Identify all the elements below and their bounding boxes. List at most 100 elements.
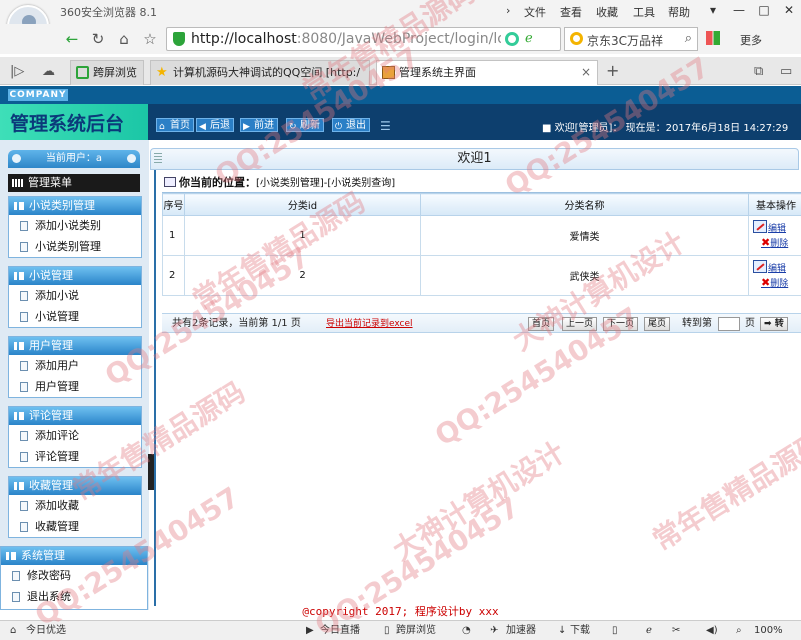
restore-tab-icon[interactable]: ⧉	[754, 64, 763, 79]
sidebar-item-manage-category[interactable]: 小说类别管理	[9, 236, 141, 257]
menu-view[interactable]: 查看	[560, 4, 582, 20]
toolbar-back-button[interactable]: ◀ 后退	[196, 118, 234, 132]
shield-icon	[173, 32, 185, 46]
sidebar-item-add-novel[interactable]: 添加小说	[9, 285, 141, 306]
search-icon[interactable]: ⌕	[685, 31, 692, 46]
toolbar-home-button[interactable]: ⌂ 首页	[156, 118, 194, 132]
zoom-level[interactable]: 100%	[754, 621, 783, 640]
pin-icon	[127, 154, 136, 163]
export-excel-link[interactable]: 导出当前记录到excel	[326, 315, 413, 333]
maximize-icon[interactable]: □	[755, 2, 773, 18]
first-page-button[interactable]: 首页	[528, 317, 555, 331]
home-icon[interactable]: ⌂	[10, 621, 16, 640]
status-today-picks[interactable]: 今日优选	[26, 621, 66, 640]
close-tab-icon[interactable]: ×	[581, 61, 591, 84]
sidebar-item-manage-novel[interactable]: 小说管理	[9, 306, 141, 327]
column-header-name: 分类名称	[420, 193, 749, 216]
refresh-circle-icon[interactable]	[505, 32, 519, 46]
toolbar-forward-button[interactable]: ▶ 前进	[240, 118, 278, 132]
trash-icon[interactable]: ▯	[612, 621, 618, 640]
skin-icon[interactable]: ▾	[704, 2, 722, 18]
edit-link[interactable]: 编辑	[753, 260, 801, 276]
status-cross-screen[interactable]: 跨屏浏览	[396, 621, 436, 640]
close-icon[interactable]: ✕	[780, 2, 798, 18]
edit-link[interactable]: 编辑	[753, 220, 801, 236]
company-logo: COMPANY	[8, 89, 68, 101]
menu-help[interactable]: 帮助	[668, 4, 690, 20]
sidebar-group-header[interactable]: 用户管理	[9, 337, 141, 355]
folder-icon	[14, 482, 24, 490]
page-number-input[interactable]	[718, 317, 740, 331]
go-button[interactable]: ➡ 转	[760, 317, 788, 331]
home-icon[interactable]: ⌂	[114, 29, 134, 49]
toolbar-refresh-button[interactable]: ↻ 刷新	[286, 118, 324, 132]
menu-favorites[interactable]: 收藏	[596, 4, 618, 20]
delete-link[interactable]: ✖删除	[753, 276, 801, 291]
volume-icon[interactable]: ◀)	[706, 621, 718, 640]
arrow-icon[interactable]: ›	[506, 4, 510, 17]
sidebar-item-add-comment[interactable]: 添加评论	[9, 425, 141, 446]
status-accelerator[interactable]: 加速器	[506, 621, 536, 640]
status-download[interactable]: 下载	[570, 621, 590, 640]
cell-no: 1	[162, 215, 185, 256]
ie-icon[interactable]: ℯ	[646, 621, 652, 640]
cell-id: 2	[184, 255, 421, 296]
star-icon[interactable]: ☆	[140, 29, 160, 49]
category-table: 序号 分类id 分类名称 基本操作 1 1 爱情类 编辑 ✖删除 2 2 武侠类…	[162, 192, 801, 296]
sidebar-group-category: 小说类别管理 添加小说类别 小说类别管理	[8, 196, 142, 258]
sidebar-item-manage-comment[interactable]: 评论管理	[9, 446, 141, 467]
menu-tools[interactable]: 工具	[633, 4, 655, 20]
sidebar-item-add-user[interactable]: 添加用户	[9, 355, 141, 376]
table-row: 2 2 武侠类 编辑 ✖删除	[162, 255, 801, 296]
screenshot-icon[interactable]: ✂	[672, 621, 680, 640]
apps-icon[interactable]	[706, 31, 720, 45]
reload-icon[interactable]: ↻	[88, 29, 108, 49]
sidebar-group-header[interactable]: 小说管理	[9, 267, 141, 285]
cell-name: 爱情类	[420, 215, 749, 256]
minimize-icon[interactable]: —	[730, 2, 748, 18]
cell-no: 2	[162, 255, 185, 296]
sidebar-item-change-password[interactable]: 修改密码	[1, 565, 147, 586]
search-input[interactable]: 京东3C万品祥	[587, 32, 677, 49]
app-title: 管理系统后台	[10, 113, 125, 135]
speed-icon[interactable]: ◔	[462, 621, 471, 640]
sidebar-item-add-category[interactable]: 添加小说类别	[9, 215, 141, 236]
cloud-icon[interactable]: ☁	[42, 64, 55, 79]
prev-page-button[interactable]: 上一页	[562, 317, 598, 331]
back-arrow-icon[interactable]: ←	[62, 29, 82, 49]
pin-icon	[12, 154, 21, 163]
more-button[interactable]: 更多	[740, 32, 762, 48]
new-tab-icon[interactable]: +	[606, 61, 619, 80]
header-toolbar: ⌂ 首页 ◀ 后退 ▶ 前进 ↻ 刷新 ⏻ 退出 ☰ ■ 欢迎[管理员]： 现在是：201…	[148, 104, 801, 140]
sidebar-group-header[interactable]: 小说类别管理	[9, 197, 141, 215]
toolbar-logout-button[interactable]: ⏻ 退出	[332, 118, 370, 132]
sidebar-item-manage-favorite[interactable]: 收藏管理	[9, 516, 141, 537]
ie-icon[interactable]: ℯ	[525, 31, 533, 46]
sidebar-item-manage-user[interactable]: 用户管理	[9, 376, 141, 397]
tab-menu-icon[interactable]: ▭	[780, 64, 792, 79]
cell-actions: 编辑 ✖删除	[748, 255, 801, 296]
sidebar-group-header[interactable]: 系统管理	[1, 547, 147, 565]
tab-qq-space[interactable]: ★ 计算机源码大神调试的QQ空间 [http:/	[150, 60, 370, 85]
url-text[interactable]: http://localhost:8080/JavaWebProject/log…	[191, 31, 501, 47]
sidebar-toggle-icon[interactable]: |▷	[10, 64, 24, 79]
sidebar-group-header[interactable]: 收藏管理	[9, 477, 141, 495]
delete-icon: ✖	[761, 236, 771, 249]
sidebar-group-user: 用户管理 添加用户 用户管理	[8, 336, 142, 398]
next-page-button[interactable]: 下一页	[603, 317, 639, 331]
delete-link[interactable]: ✖删除	[753, 236, 801, 251]
tab-admin-main[interactable]: 管理系统主界面 ×	[376, 60, 598, 85]
menu-icon[interactable]: ☰	[380, 119, 391, 133]
folder-icon	[14, 412, 24, 420]
tab-cross-screen[interactable]: 跨屏浏览	[70, 60, 144, 85]
page-icon	[12, 571, 20, 581]
address-bar[interactable]: http://localhost:8080/JavaWebProject/log…	[166, 27, 561, 51]
phone-icon	[76, 66, 89, 79]
sidebar-item-add-favorite[interactable]: 添加收藏	[9, 495, 141, 516]
menu-file[interactable]: 文件	[524, 4, 546, 20]
last-page-button[interactable]: 尾页	[644, 317, 671, 331]
column-header-actions: 基本操作	[748, 193, 801, 216]
search-box[interactable]: 京东3C万品祥 ⌕	[564, 27, 698, 51]
sidebar-group-header[interactable]: 评论管理	[9, 407, 141, 425]
status-live[interactable]: 今日直播	[320, 621, 360, 640]
